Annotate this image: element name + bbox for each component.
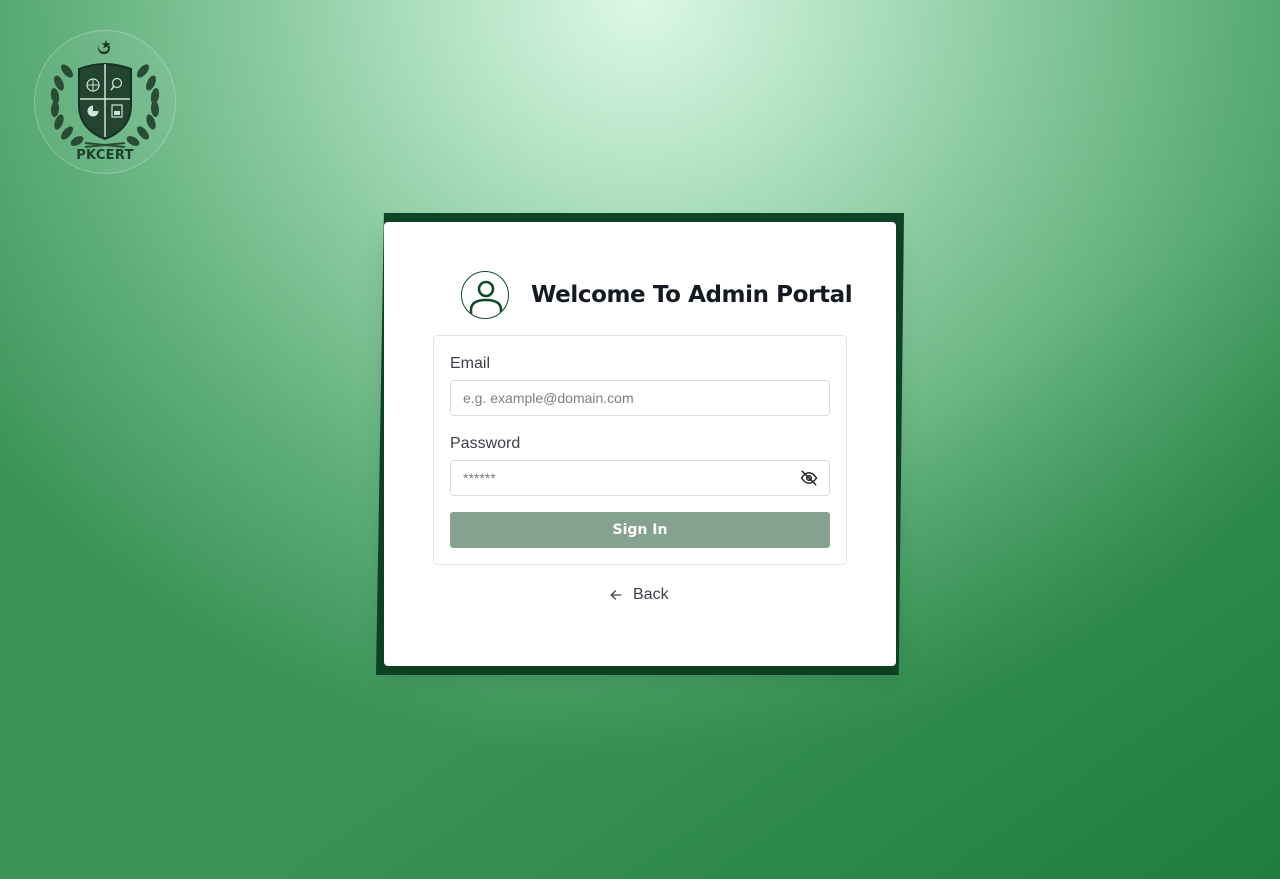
user-icon <box>461 271 509 319</box>
email-label: Email <box>450 355 491 372</box>
logo-text: PKCERT <box>76 148 134 163</box>
back-label: Back <box>633 586 669 603</box>
email-input[interactable] <box>450 380 830 416</box>
sign-in-button[interactable]: Sign In <box>450 512 830 548</box>
login-form: Email Password Sign In <box>433 335 847 565</box>
page-title: Welcome To Admin Portal <box>531 282 853 308</box>
eye-off-icon[interactable] <box>800 469 818 487</box>
password-label: Password <box>450 435 521 452</box>
arrow-left-icon <box>610 590 622 600</box>
card-header: Welcome To Admin Portal <box>461 270 853 320</box>
login-card: Welcome To Admin Portal Email Password S… <box>384 222 896 666</box>
back-link[interactable]: Back <box>609 586 669 604</box>
pkcert-logo: PKCERT <box>34 30 176 174</box>
password-input[interactable] <box>450 460 830 496</box>
